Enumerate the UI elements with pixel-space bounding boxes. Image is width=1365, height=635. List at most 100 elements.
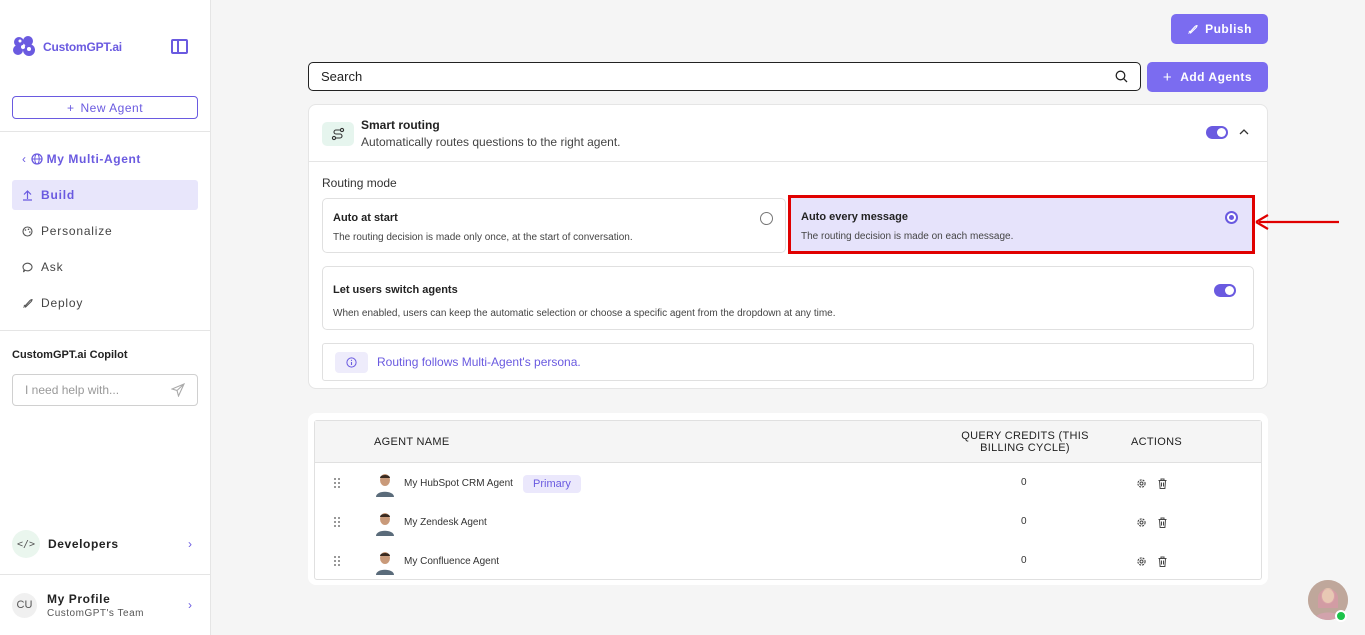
rocket-icon [23, 298, 33, 308]
persona-note: Routing follows Multi-Agent's persona. [322, 343, 1254, 381]
radio-auto-every-message[interactable] [1225, 211, 1238, 224]
arrow-annotation-icon [1255, 214, 1339, 230]
sidebar-item-deploy[interactable]: Deploy [12, 288, 198, 318]
routing-mode-label: Routing mode [322, 176, 397, 190]
smart-routing-card: Smart routing Automatically routes quest… [308, 104, 1268, 389]
option-auto-every-message[interactable]: Auto every message The routing decision … [788, 195, 1255, 254]
search-input[interactable]: Search [308, 62, 1141, 91]
palette-icon [22, 225, 33, 237]
route-icon [322, 122, 354, 146]
add-agents-label: Add Agents [1180, 70, 1253, 84]
trash-icon[interactable] [1157, 556, 1168, 567]
agent-name[interactable]: My Confluence Agent [404, 556, 499, 567]
header-credits-line2: BILLING CYCLE) [980, 442, 1070, 454]
drag-handle-icon[interactable] [334, 478, 342, 490]
option-auto-at-start[interactable]: Auto at start The routing decision is ma… [322, 198, 786, 253]
persona-text: Routing follows Multi-Agent's persona. [377, 355, 581, 369]
sidebar-item-ask[interactable]: Ask [12, 252, 198, 282]
developers-link[interactable]: </> Developers › [12, 530, 198, 558]
primary-badge: Primary [523, 475, 581, 493]
drag-handle-icon[interactable] [334, 556, 342, 568]
chevron-left-icon: ‹ [22, 152, 27, 166]
header-agent-name: AGENT NAME [374, 436, 450, 448]
gear-icon[interactable] [1136, 556, 1147, 567]
sidebar: CustomGPT.ai + New Agent ‹ My Multi-Agen… [0, 0, 211, 635]
smart-routing-subtitle: Automatically routes questions to the ri… [361, 135, 621, 149]
option-description: The routing decision is made on each mes… [801, 231, 1014, 242]
divider [0, 574, 211, 575]
chevron-right-icon: › [188, 537, 192, 551]
agent-credits: 0 [1021, 516, 1027, 527]
sidebar-item-build[interactable]: Build [12, 180, 198, 210]
logo[interactable]: CustomGPT.ai [12, 35, 122, 59]
switch-description: When enabled, users can keep the automat… [333, 308, 836, 319]
sidebar-collapse-icon[interactable] [171, 39, 188, 54]
trash-icon[interactable] [1157, 517, 1168, 528]
info-icon [335, 351, 368, 373]
upload-icon [23, 189, 32, 201]
option-description: The routing decision is made only once, … [333, 232, 633, 243]
agent-credits: 0 [1021, 555, 1027, 566]
drag-handle-icon[interactable] [334, 517, 342, 529]
back-to-multi-agent[interactable]: ‹ My Multi-Agent [22, 152, 141, 166]
table-row: My HubSpot CRM Agent Primary 0 [315, 464, 1261, 503]
smart-routing-title: Smart routing [361, 118, 440, 132]
divider [0, 330, 211, 331]
developers-label: Developers [48, 537, 119, 551]
table-header: AGENT NAME QUERY CREDITS (THIS BILLING C… [315, 421, 1261, 463]
sidebar-item-label: Personalize [41, 224, 113, 238]
agent-avatar [374, 471, 396, 497]
agent-name[interactable]: My HubSpot CRM Agent [404, 478, 513, 489]
agents-table-card: AGENT NAME QUERY CREDITS (THIS BILLING C… [308, 413, 1268, 585]
table-row: My Confluence Agent 0 [315, 542, 1261, 581]
trash-icon[interactable] [1157, 478, 1168, 489]
add-agents-button[interactable]: + Add Agents [1147, 62, 1268, 92]
code-icon: </> [12, 530, 40, 558]
plus-icon: + [66, 100, 75, 115]
rocket-icon [1188, 24, 1198, 34]
online-status-badge [1335, 610, 1347, 622]
copilot-title: CustomGPT.ai Copilot [12, 349, 128, 361]
publish-label: Publish [1205, 22, 1252, 36]
radio-auto-at-start[interactable] [760, 212, 773, 225]
new-agent-label: New Agent [80, 100, 144, 115]
sidebar-item-personalize[interactable]: Personalize [12, 216, 198, 246]
avatar: CU [12, 592, 37, 618]
back-label: My Multi-Agent [46, 152, 141, 166]
new-agent-button[interactable]: + New Agent [12, 96, 198, 119]
agent-avatar [374, 549, 396, 575]
header-query-credits: QUERY CREDITS (THIS BILLING CYCLE) [960, 430, 1090, 454]
profile-link[interactable]: CU My Profile CustomGPT's Team › [12, 588, 198, 622]
brain-logo-icon [13, 36, 35, 56]
let-users-switch-toggle[interactable] [1214, 284, 1236, 297]
sidebar-item-label: Build [41, 188, 75, 202]
search-value: Search [321, 69, 363, 84]
smart-routing-toggle[interactable] [1206, 126, 1228, 139]
agent-name[interactable]: My Zendesk Agent [404, 517, 487, 528]
gear-icon[interactable] [1136, 517, 1147, 528]
agent-credits: 0 [1021, 477, 1027, 488]
header-credits-line1: QUERY CREDITS (THIS [961, 430, 1089, 442]
sidebar-item-label: Deploy [41, 296, 84, 310]
profile-name: My Profile [47, 591, 111, 606]
switch-title: Let users switch agents [333, 284, 458, 296]
divider [0, 131, 211, 132]
copilot-input[interactable]: I need help with... [12, 374, 198, 406]
gear-icon[interactable] [1136, 478, 1147, 489]
chevron-up-icon[interactable] [1239, 127, 1249, 137]
profile-team: CustomGPT's Team [47, 607, 144, 619]
copilot-placeholder: I need help with... [25, 383, 120, 397]
header-actions: ACTIONS [1131, 436, 1182, 448]
agents-table: AGENT NAME QUERY CREDITS (THIS BILLING C… [314, 420, 1262, 580]
option-title: Auto at start [333, 212, 398, 224]
brand-name: CustomGPT.ai [43, 40, 122, 54]
search-icon [1115, 70, 1128, 83]
let-users-switch-section: Let users switch agents When enabled, us… [322, 266, 1254, 330]
smart-routing-header[interactable]: Smart routing Automatically routes quest… [309, 105, 1267, 162]
send-icon[interactable] [171, 383, 185, 397]
option-title: Auto every message [801, 211, 908, 223]
globe-icon [30, 153, 43, 165]
chat-icon [22, 262, 33, 272]
publish-button[interactable]: Publish [1171, 14, 1268, 44]
table-row: My Zendesk Agent 0 [315, 503, 1261, 542]
